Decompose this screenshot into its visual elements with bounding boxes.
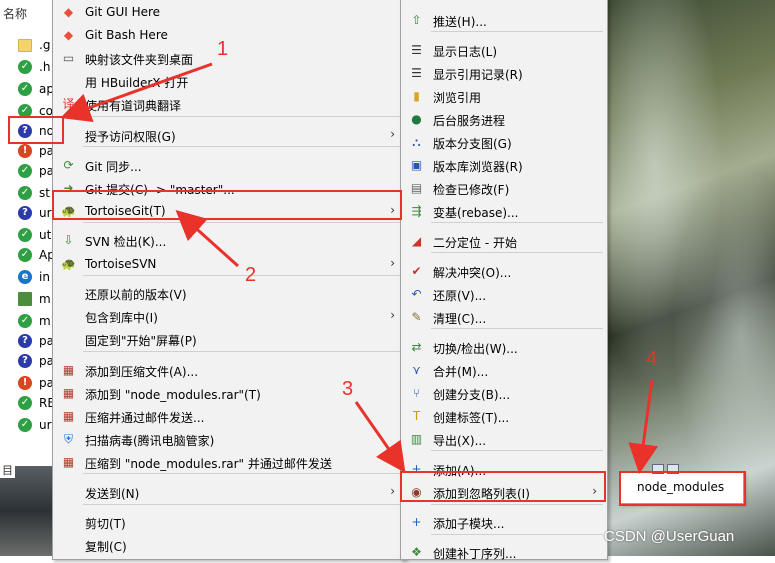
arrow-3 <box>354 401 406 473</box>
annotation-step-2: 2 <box>245 264 257 286</box>
arrow-1 <box>60 62 213 123</box>
annotation-step-3: 3 <box>342 378 354 400</box>
arrow-4 <box>628 379 659 474</box>
annotation-step-4: 4 <box>646 348 658 370</box>
watermark: CSDN @UserGuan <box>604 528 735 545</box>
annotation-step-1: 1 <box>217 38 229 60</box>
arrow-2 <box>175 209 240 268</box>
annotation-arrows <box>60 62 659 474</box>
